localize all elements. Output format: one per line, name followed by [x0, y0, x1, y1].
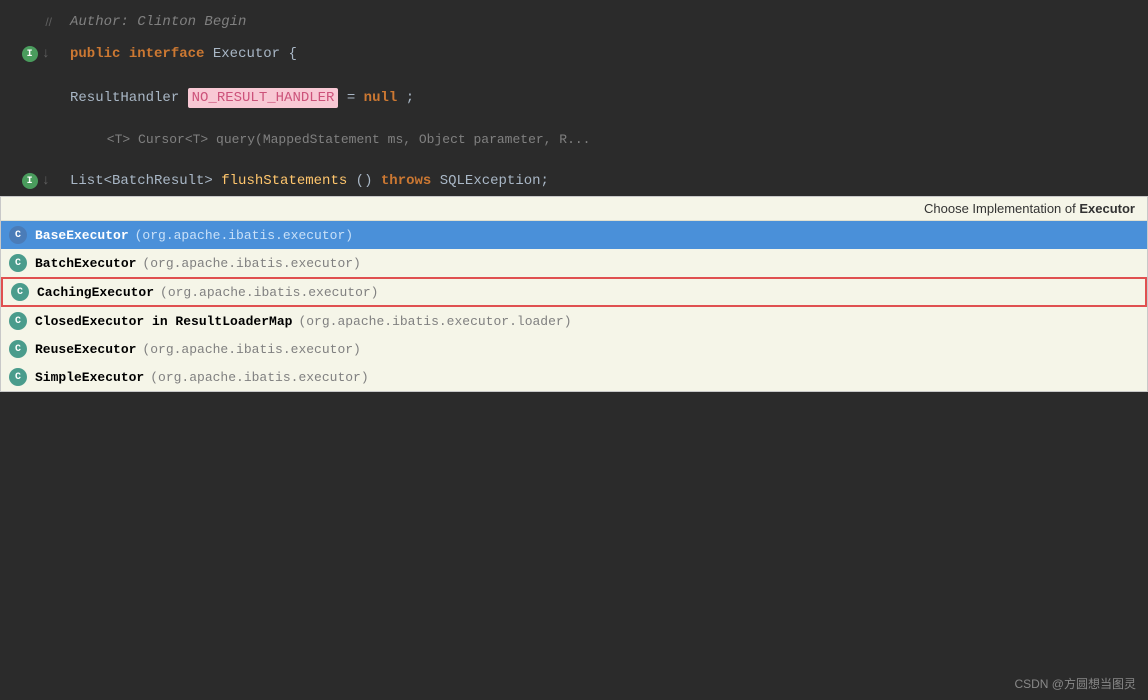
field-code: ResultHandler NO_RESULT_HANDLER = null ;: [60, 84, 1148, 112]
watermark: CSDN @方圆想当图灵: [1014, 675, 1136, 692]
flush-code: List<BatchResult> flushStatements () thr…: [60, 167, 1148, 195]
popup-item-0[interactable]: C BaseExecutor (org.apache.ibatis.execut…: [1, 221, 1147, 249]
item-icon-4: C: [9, 340, 27, 358]
author-line: // Author: Clinton Begin: [0, 0, 1148, 40]
flush-icon: I: [22, 173, 38, 189]
item-name-0: BaseExecutor: [35, 228, 129, 243]
popup-item-5[interactable]: C SimpleExecutor (org.apache.ibatis.exec…: [1, 363, 1147, 391]
item-name-3: ClosedExecutor in ResultLoaderMap: [35, 314, 292, 329]
gutter-flush: I ↓: [0, 173, 60, 189]
popup-header-text: Choose Implementation of: [924, 201, 1079, 216]
popup-item-3[interactable]: C ClosedExecutor in ResultLoaderMap (org…: [1, 307, 1147, 335]
popup-header: Choose Implementation of Executor: [1, 197, 1147, 221]
editor-area: // Author: Clinton Begin I ↓ public inte…: [0, 0, 1148, 700]
interface-code: public interface Executor {: [60, 40, 1148, 68]
item-name-5: SimpleExecutor: [35, 370, 144, 385]
item-name-2: CachingExecutor: [37, 285, 154, 300]
field-highlight: NO_RESULT_HANDLER: [188, 88, 339, 108]
interface-icon: I: [22, 46, 38, 62]
gutter-interface: I ↓: [0, 46, 60, 62]
item-name-1: BatchExecutor: [35, 256, 136, 271]
flush-type: List<BatchResult>: [70, 173, 213, 189]
item-package-1: (org.apache.ibatis.executor): [142, 256, 360, 271]
null-keyword: null: [364, 90, 398, 106]
flush-arrow: ↓: [42, 173, 50, 189]
field-prefix: ResultHandler: [70, 90, 188, 106]
truncated-line: <T> Cursor<T> query(MappedStatement ms, …: [0, 128, 1148, 151]
blank-1: [0, 68, 1148, 84]
item-package-3: (org.apache.ibatis.executor.loader): [298, 314, 571, 329]
field-equals: =: [347, 90, 364, 106]
item-name-4: ReuseExecutor: [35, 342, 136, 357]
kw-interface: interface: [129, 46, 205, 62]
item-icon-2: C: [11, 283, 29, 301]
truncated-code: <T> Cursor<T> query(MappedStatement ms, …: [60, 132, 591, 147]
item-icon-3: C: [9, 312, 27, 330]
field-semi: ;: [406, 90, 414, 106]
popup-header-bold: Executor: [1079, 201, 1135, 216]
item-package-0: (org.apache.ibatis.executor): [135, 228, 353, 243]
gutter-author: //: [0, 15, 60, 29]
flush-method: flushStatements: [221, 173, 347, 189]
throws-kw-1: throws: [381, 173, 431, 189]
code-line-field: ResultHandler NO_RESULT_HANDLER = null ;: [0, 84, 1148, 112]
item-package-2: (org.apache.ibatis.executor): [160, 285, 378, 300]
item-icon-0: C: [9, 226, 27, 244]
gutter-arrow: ↓: [42, 46, 50, 62]
code-line-author: // Author: Clinton Begin: [0, 8, 1148, 36]
code-line-flush: I ↓ List<BatchResult> flushStatements ()…: [0, 167, 1148, 195]
autocomplete-popup[interactable]: Choose Implementation of Executor C Base…: [0, 196, 1148, 392]
item-icon-5: C: [9, 368, 27, 386]
item-package-5: (org.apache.ibatis.executor): [150, 370, 368, 385]
popup-item-4[interactable]: C ReuseExecutor (org.apache.ibatis.execu…: [1, 335, 1147, 363]
kw-public: public: [70, 46, 120, 62]
blank-3: [0, 151, 1148, 167]
popup-item-1[interactable]: C BatchExecutor (org.apache.ibatis.execu…: [1, 249, 1147, 277]
item-package-4: (org.apache.ibatis.executor): [142, 342, 360, 357]
popup-item-2[interactable]: C CachingExecutor (org.apache.ibatis.exe…: [1, 277, 1147, 307]
author-comment: Author: Clinton Begin: [60, 8, 1148, 36]
code-line-interface: I ↓ public interface Executor {: [0, 40, 1148, 68]
blank-2: [0, 112, 1148, 128]
item-icon-1: C: [9, 254, 27, 272]
